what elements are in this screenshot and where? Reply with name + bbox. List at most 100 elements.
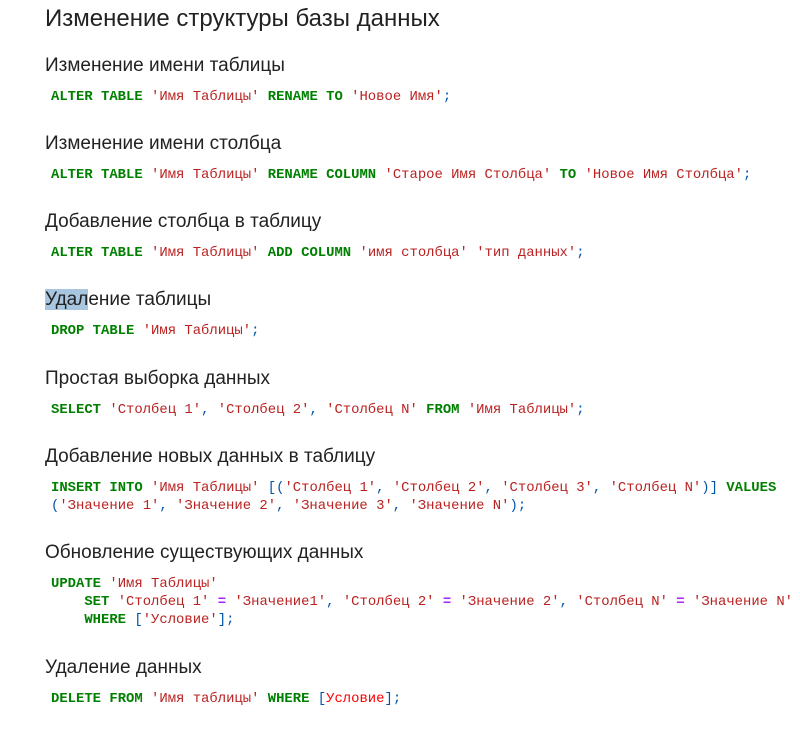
sql-punctuation	[143, 480, 151, 496]
sql-string: 'Значение N'	[692, 594, 794, 610]
section: Добавление столбца в таблицу ALTER TABLE …	[45, 211, 800, 261]
section-heading: Удаление данных	[45, 657, 202, 678]
sql-string: 'Имя Таблицы'	[151, 245, 260, 261]
sql-keyword: COLUMN	[326, 167, 377, 183]
sql-string: 'Новое Имя'	[351, 89, 443, 105]
sql-punctuation: ;	[442, 89, 452, 105]
sql-punctuation	[435, 594, 443, 610]
sql-keyword: RENAME	[267, 167, 318, 183]
sql-punctuation: ];	[217, 612, 235, 628]
sql-punctuation	[293, 245, 301, 261]
section-heading: Удаление таблицы	[45, 289, 212, 310]
sql-string: 'тип данных'	[476, 245, 577, 261]
sql-punctuation: ,	[201, 402, 218, 418]
sql-punctuation	[259, 691, 267, 707]
sql-operator: =	[217, 594, 227, 610]
sql-keyword: TO	[326, 89, 343, 105]
sql-punctuation	[468, 245, 476, 261]
sql-punctuation: );	[509, 498, 527, 514]
sql-punctuation	[51, 594, 84, 610]
sql-punctuation	[209, 594, 217, 610]
sql-punctuation	[259, 167, 267, 183]
section-heading: Добавление столбца в таблицу	[45, 211, 322, 232]
sql-punctuation: [	[126, 612, 143, 628]
sql-string: 'Старое Имя Столбца'	[384, 167, 552, 183]
sql-punctuation	[259, 89, 267, 105]
sql-string: 'Имя Таблицы'	[109, 576, 218, 592]
sql-punctuation	[343, 89, 351, 105]
sql-placeholder: Условие	[326, 691, 385, 707]
sql-keyword: INTO	[109, 480, 143, 496]
sql-string: 'Значение 2'	[459, 594, 560, 610]
code-block: DROP TABLE 'Имя Таблицы';	[51, 322, 259, 340]
sql-operator: =	[676, 594, 685, 610]
sql-punctuation: ;	[576, 245, 585, 261]
sql-keyword: SET	[84, 594, 110, 610]
sql-string: 'Условие'	[142, 612, 218, 628]
sql-punctuation: ;	[576, 402, 585, 418]
sql-string: 'имя столбца'	[359, 245, 468, 261]
sql-keyword: ALTER TABLE	[51, 167, 143, 183]
sql-string: 'Значение1'	[234, 594, 327, 610]
sql-string: 'Значение 3'	[292, 498, 393, 514]
text-selection: Удал	[45, 289, 89, 310]
section-heading: Обновление существующих данных	[45, 542, 364, 563]
sql-keyword: DELETE	[51, 691, 102, 707]
sql-string: 'Столбец 2'	[217, 402, 310, 418]
sql-string: 'Столбец N'	[326, 402, 418, 418]
sql-string: 'Столбец 2'	[342, 594, 435, 610]
sql-punctuation	[685, 594, 693, 610]
sql-string: 'Имя Таблицы'	[151, 167, 260, 183]
section-heading: Изменение имени таблицы	[45, 55, 285, 76]
sql-punctuation	[143, 691, 151, 707]
sql-punctuation: ;	[251, 323, 260, 339]
sql-punctuation: ];	[384, 691, 402, 707]
code-block: UPDATE 'Имя Таблицы' SET 'Столбец 1' = '…	[51, 575, 793, 629]
sql-string: 'Новое Имя Столбца'	[584, 167, 743, 183]
section: Обновление существующих данных UPDATE 'Им…	[45, 542, 800, 628]
sql-keyword: UPDATE	[51, 576, 102, 592]
sql-punctuation	[418, 402, 426, 418]
sql-keyword: FROM	[426, 402, 460, 418]
sql-keyword: ALTER TABLE	[51, 89, 143, 105]
sql-punctuation: ,	[392, 498, 410, 514]
sql-punctuation	[51, 612, 84, 628]
sql-punctuation: ,	[326, 594, 343, 610]
sql-string: 'Имя Таблицы'	[151, 89, 260, 105]
sql-punctuation	[109, 594, 117, 610]
sql-keyword: INSERT	[51, 480, 102, 496]
sql-keyword: ALTER TABLE	[51, 245, 143, 261]
sql-punctuation	[259, 245, 267, 261]
sql-punctuation	[143, 89, 151, 105]
sql-string: 'Имя Таблицы'	[151, 480, 260, 496]
sql-keyword: DROP TABLE	[51, 323, 135, 339]
sql-string: 'Столбец 1'	[109, 402, 202, 418]
sql-punctuation	[134, 323, 142, 339]
code-block: ALTER TABLE 'Имя Таблицы' ADD COLUMN 'им…	[51, 244, 585, 262]
sql-string: 'Столбец 2'	[392, 480, 485, 496]
sql-keyword: WHERE	[267, 691, 310, 707]
sql-punctuation: ;	[742, 167, 752, 183]
sql-string: 'Значение N'	[409, 498, 510, 514]
sql-punctuation: )]	[701, 480, 727, 496]
code-block: SELECT 'Столбец 1', 'Столбец 2', 'Столбе…	[51, 401, 585, 419]
sql-punctuation	[318, 89, 326, 105]
sql-string: 'Столбец 1'	[117, 594, 210, 610]
sql-keyword: SELECT	[51, 402, 102, 418]
sql-keyword: TO	[559, 167, 577, 183]
sql-keyword: FROM	[109, 691, 143, 707]
sql-punctuation	[576, 167, 584, 183]
sql-punctuation	[143, 167, 151, 183]
sql-string: 'Имя Таблицы'	[142, 323, 252, 339]
sql-punctuation: ,	[559, 594, 577, 610]
sql-punctuation: ,	[376, 480, 393, 496]
sql-string: 'Значение 2'	[176, 498, 277, 514]
page-title: Изменение структуры базы данных	[45, 5, 440, 32]
section-heading: Добавление новых данных в таблицу	[45, 446, 376, 467]
sql-string: 'Столбец N'	[576, 594, 668, 610]
sql-keyword: WHERE	[84, 612, 127, 628]
code-block: ALTER TABLE 'Имя Таблицы' RENAME TO 'Нов…	[51, 88, 451, 106]
section: Изменение имени столбца ALTER TABLE 'Имя …	[45, 133, 800, 183]
sql-punctuation	[551, 167, 559, 183]
section: Удаление данных DELETE FROM 'Имя таблицы'…	[45, 657, 800, 707]
